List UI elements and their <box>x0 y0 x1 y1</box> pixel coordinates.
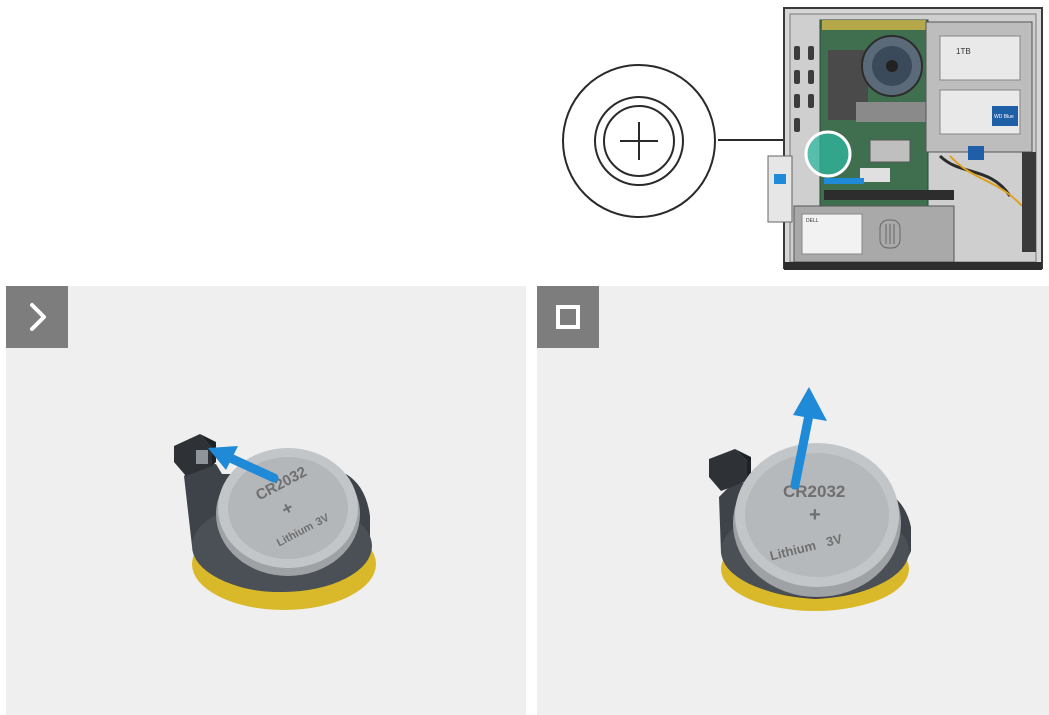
coin-cell-battery-release-illustration: CR2032 + Lithium 3V <box>156 396 386 616</box>
psu-brand-label: DELL <box>806 218 819 224</box>
coin-cell-battery-remove-illustration: CR2032 + Lithium 3V <box>705 381 935 616</box>
drive-brand-label: WD Blue <box>994 114 1014 120</box>
step-badge-end <box>537 286 599 348</box>
overview-section: 1TB WD Blue DELL <box>0 0 1049 276</box>
step-panel-remove: CR2032 + Lithium 3V <box>537 286 1049 715</box>
pc-chassis-illustration: 1TB WD Blue DELL <box>760 6 1045 272</box>
callout-circle <box>560 62 718 220</box>
step-panel-release: CR2032 + Lithium 3V <box>6 286 526 715</box>
step-badge-start <box>6 286 68 348</box>
chevron-right-icon <box>30 303 46 331</box>
phillips-screw-icon <box>562 64 716 218</box>
stop-square-icon <box>556 305 580 329</box>
drive-capacity-label: 1TB <box>956 47 971 56</box>
battery-polarity-label: + <box>809 504 821 526</box>
